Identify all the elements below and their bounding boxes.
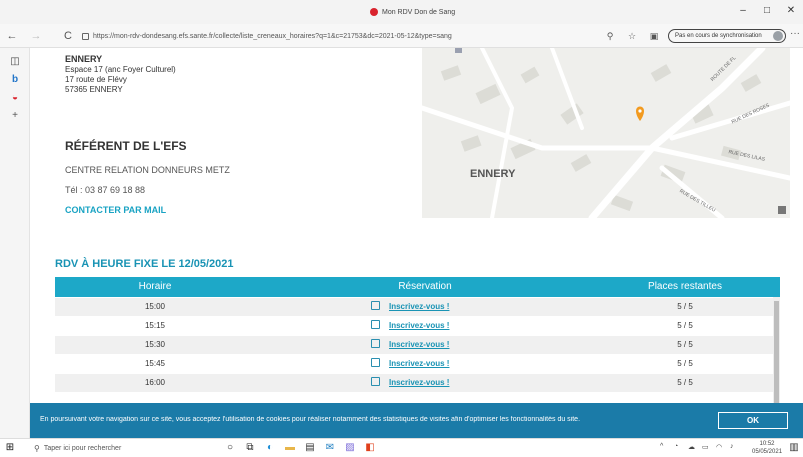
referent-title: RÉFÉRENT DE L'EFS (65, 139, 187, 153)
tray-network-icon[interactable]: ◔ (674, 443, 678, 450)
book-slot-link[interactable]: Inscrivez-vous ! (389, 378, 449, 387)
map-town-label: ENNERY (470, 168, 516, 180)
favorites-icon[interactable]: ☆ (626, 30, 638, 42)
cookie-ok-button[interactable]: OK (718, 412, 788, 429)
slot-places: 5 / 5 (677, 302, 693, 311)
table-header: Horaire Réservation Places restantes (55, 277, 780, 297)
edit-icon[interactable] (371, 358, 380, 367)
referent-center: CENTRE RELATION DONNEURS METZ (65, 165, 230, 175)
tray-battery-icon[interactable]: ▭ (702, 443, 709, 451)
windows-start-icon[interactable]: ⊞ (4, 442, 16, 454)
maximize-button[interactable]: □ (757, 4, 777, 18)
address-line-1: Espace 17 (anc Foyer Culturel) (65, 65, 176, 74)
edit-icon[interactable] (371, 339, 380, 348)
header-places: Places restantes (648, 281, 722, 292)
profile-avatar (773, 31, 783, 41)
cortana-icon[interactable]: ○ (224, 442, 236, 454)
url-field[interactable]: https://mon-rdv-dondesang.efs.sante.fr/c… (82, 29, 582, 43)
edit-icon[interactable] (371, 301, 380, 310)
table-row: 15:45 Inscrivez-vous ! 5 / 5 (55, 355, 773, 373)
store-icon[interactable]: ▤ (304, 442, 316, 454)
page-content: ENNERY Espace 17 (anc Foyer Culturel) 17… (30, 48, 803, 438)
minimize-button[interactable]: – (733, 4, 753, 18)
slot-time: 15:30 (144, 340, 166, 349)
tab-title[interactable]: Mon RDV Don de Sang (370, 8, 455, 16)
table-row: 15:00 Inscrivez-vous ! 5 / 5 (55, 298, 773, 316)
url-text: https://mon-rdv-dondesang.efs.sante.fr/c… (93, 32, 452, 40)
tray-volume-icon[interactable]: ♪ (730, 443, 734, 450)
cookie-message: En poursuivant votre navigation sur ce s… (40, 416, 581, 423)
slot-places: 5 / 5 (677, 321, 693, 330)
address-line-2: 17 route de Flévy (65, 75, 127, 84)
referent-phone: Tél : 03 87 69 18 88 (65, 185, 146, 195)
rdv-title: RDV À HEURE FIXE LE 12/05/2021 (55, 258, 234, 270)
slot-time: 15:15 (144, 321, 166, 330)
header-horaire: Horaire (138, 281, 172, 292)
add-tab-icon[interactable]: + (9, 110, 21, 122)
contact-mail-link[interactable]: CONTACTER PAR MAIL (65, 205, 166, 215)
book-slot-link[interactable]: Inscrivez-vous ! (389, 302, 449, 311)
task-view-icon[interactable]: ⧉ (244, 442, 256, 454)
edit-icon[interactable] (371, 320, 380, 329)
book-slot-link[interactable]: Inscrivez-vous ! (389, 340, 449, 349)
address-line-3: 57365 ENNERY (65, 85, 123, 94)
efs-tab-icon[interactable]: ◒ (9, 92, 21, 104)
slot-places: 5 / 5 (677, 378, 693, 387)
slot-places: 5 / 5 (677, 359, 693, 368)
slot-places: 5 / 5 (677, 340, 693, 349)
slot-time: 16:00 (144, 378, 166, 387)
tab-title-text: Mon RDV Don de Sang (382, 8, 456, 16)
tracking-icon[interactable]: ⚲ (604, 30, 616, 42)
photos-icon[interactable]: ▨ (344, 442, 356, 454)
mail-icon[interactable]: ✉ (324, 442, 336, 454)
sync-status-button[interactable]: Pas en cours de synchronisation (668, 29, 786, 43)
clock-date: 05/05/2021 (752, 449, 783, 455)
search-icon: ⚲ (34, 443, 40, 453)
notifications-icon[interactable]: ▥ (788, 442, 800, 454)
address-bar: ← → C https://mon-rdv-dondesang.efs.sant… (0, 24, 803, 48)
map[interactable]: ENNERY ROUTE DE FL RUE DES ROSES RUE DES… (422, 48, 790, 218)
collections-icon[interactable]: ▣ (648, 30, 660, 42)
browser-titlebar: Mon RDV Don de Sang – □ ✕ (0, 0, 803, 24)
browser-sidebar: ◫ b ◒ + (0, 48, 30, 438)
slot-time: 15:45 (144, 359, 166, 368)
windows-taskbar: ⊞ ⚲ Taper ici pour rechercher ○ ⧉ ◐ ▬ ▤ … (0, 438, 803, 457)
tray-wifi-icon[interactable]: ◠ (716, 443, 722, 451)
office-icon[interactable]: ◧ (364, 442, 376, 454)
map-graphic (422, 48, 790, 218)
book-slot-link[interactable]: Inscrivez-vous ! (389, 321, 449, 330)
clock-time: 10:52 (759, 441, 775, 447)
taskbar-search[interactable]: ⚲ Taper ici pour rechercher (28, 440, 208, 456)
forward-icon[interactable]: → (28, 28, 44, 44)
back-icon[interactable]: ← (4, 28, 20, 44)
header-reservation: Réservation (398, 281, 452, 292)
edge-icon[interactable]: ◐ (264, 442, 276, 454)
edit-icon[interactable] (371, 377, 380, 386)
cookie-banner: En poursuivant votre navigation sur ce s… (30, 403, 803, 438)
more-menu-icon[interactable]: ··· (790, 28, 800, 39)
book-slot-link[interactable]: Inscrivez-vous ! (389, 359, 449, 368)
table-scrollbar-thumb[interactable] (774, 301, 779, 407)
file-explorer-icon[interactable]: ▬ (284, 442, 296, 454)
tray-onedrive-icon[interactable]: ☁ (688, 443, 695, 451)
table-row: 15:30 Inscrivez-vous ! 5 / 5 (55, 336, 773, 354)
lock-icon (82, 32, 89, 40)
sync-label: Pas en cours de synchronisation (675, 33, 762, 39)
slots-table: Horaire Réservation Places restantes 15:… (55, 277, 780, 407)
table-row: 15:15 Inscrivez-vous ! 5 / 5 (55, 317, 773, 335)
taskbar-search-placeholder: Taper ici pour rechercher (43, 444, 122, 452)
bing-icon[interactable]: b (9, 74, 21, 86)
reload-icon[interactable]: C (60, 28, 76, 44)
taskbar-clock[interactable]: 10:52 05/05/2021 (752, 440, 782, 456)
close-button[interactable]: ✕ (781, 4, 801, 18)
tray-chevron-icon[interactable]: ^ (660, 443, 663, 450)
tab-actions-icon[interactable]: ◫ (9, 56, 21, 68)
favicon-icon (370, 8, 378, 16)
table-row: 16:00 Inscrivez-vous ! 5 / 5 (55, 374, 773, 392)
site-name: ENNERY (65, 54, 103, 64)
slot-time: 15:00 (144, 302, 166, 311)
